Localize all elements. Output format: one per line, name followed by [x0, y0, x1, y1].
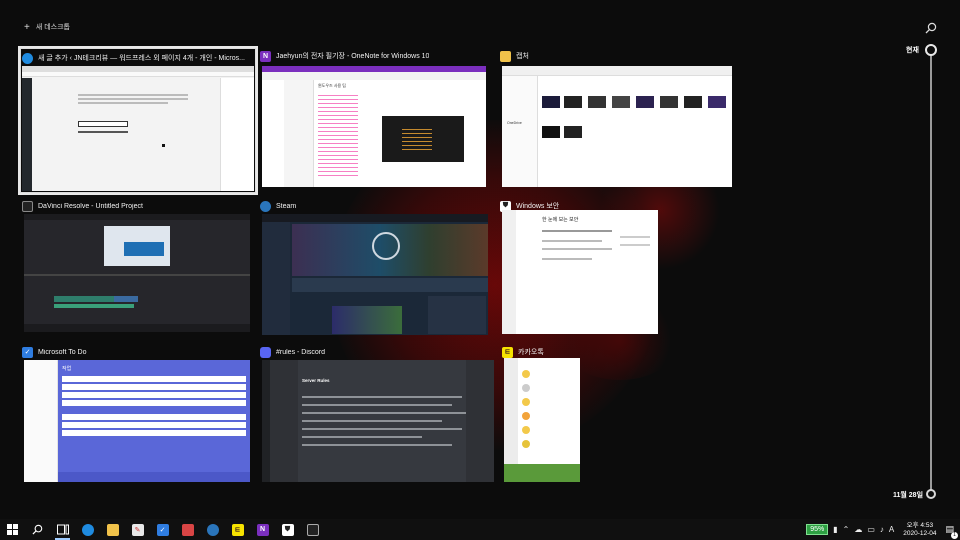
onenote-page-title: 윈도우즈 사용 팁 — [318, 83, 346, 88]
edge-thumbnail — [22, 66, 254, 191]
timeline-date-marker[interactable] — [926, 489, 936, 499]
todo-check-icon: ✓ — [22, 346, 33, 358]
kakaotalk-icon: ㅌ — [231, 523, 244, 536]
task-view-icon — [56, 524, 69, 535]
window-tile-kakaotalk[interactable]: ㅌ 카카오톡 — [502, 344, 580, 484]
onenote-icon: N — [260, 50, 271, 62]
taskbar-onenote[interactable]: N — [250, 519, 275, 540]
clock-time: 오후 4:53 — [906, 521, 934, 529]
window-title: DaVinci Resolve - Untitled Project — [38, 202, 143, 210]
window-title: Steam — [276, 202, 297, 210]
search-icon[interactable] — [925, 22, 937, 34]
explorer-thumbnail: OneDrive — [502, 66, 732, 187]
taskbar-edge[interactable] — [75, 519, 100, 540]
file-explorer-icon — [106, 523, 119, 536]
chevron-up-icon[interactable]: ⌃ — [843, 525, 850, 534]
davinci-icon — [306, 523, 319, 536]
timeline-current-marker[interactable] — [925, 44, 937, 56]
photos-icon — [181, 523, 194, 536]
steam-icon — [206, 523, 219, 536]
taskbar-security[interactable]: ⛊ — [275, 519, 300, 540]
onenote-thumbnail: 윈도우즈 사용 팁 — [262, 66, 486, 187]
todo-check-icon: ✓ — [156, 523, 169, 536]
window-title: #rules - Discord — [276, 348, 326, 356]
start-icon — [7, 524, 18, 535]
battery-icon[interactable]: ▮ — [833, 525, 837, 534]
edge-icon — [81, 523, 94, 536]
taskbar-steam[interactable] — [200, 519, 225, 540]
notification-count: 1 — [951, 532, 958, 539]
window-title: 캡처 — [516, 53, 529, 60]
search-icon — [32, 524, 43, 535]
taskbar: ✎ ✓ ㅌ N ⛊ 95% ▮ ⌃ ☁ ▭ ♪ A 오후 4:53 2020-1… — [0, 519, 960, 540]
new-desktop-label: 새 데스크톱 — [35, 24, 70, 31]
timeline-scrollbar[interactable] — [930, 50, 932, 496]
onenote-icon: N — [256, 523, 269, 536]
start-button[interactable] — [0, 519, 25, 540]
kakaotalk-thumbnail — [504, 358, 580, 482]
volume-icon[interactable]: ♪ — [880, 525, 884, 534]
system-tray: 95% ▮ ⌃ ☁ ▭ ♪ A 오후 4:53 2020-12-04 ▤ 1 — [806, 519, 960, 540]
taskbar-paint[interactable]: ✎ — [125, 519, 150, 540]
window-tile-security[interactable]: ⛊ Windows 보안 한 눈에 보는 보안 — [500, 198, 660, 336]
security-thumbnail: 한 눈에 보는 보안 — [502, 210, 658, 334]
ime-indicator[interactable]: A — [889, 525, 894, 534]
davinci-icon — [22, 200, 33, 212]
security-heading: 한 눈에 보는 보안 — [542, 217, 579, 223]
discord-thumbnail: Server Rules — [262, 360, 494, 482]
taskbar-davinci[interactable] — [300, 519, 325, 540]
shield-icon: ⛊ — [281, 523, 294, 536]
clock[interactable]: 오후 4:53 2020-12-04 — [903, 522, 936, 538]
notification-center-button[interactable]: ▤ 1 — [945, 524, 958, 539]
window-tile-davinci[interactable]: DaVinci Resolve - Untitled Project — [22, 198, 250, 334]
window-tile-explorer[interactable]: 캡처 OneDrive — [500, 48, 732, 188]
discord-icon — [260, 346, 271, 358]
window-tile-todo[interactable]: ✓ Microsoft To Do 작업 — [22, 344, 250, 484]
discord-channel-heading: Server Rules — [302, 378, 330, 383]
taskbar-photos[interactable] — [175, 519, 200, 540]
window-title: 카카오톡 — [518, 349, 544, 356]
taskbar-search-button[interactable] — [25, 519, 50, 540]
timeline-view: + 새 데스크톱 새 글 추가 ‹ JN테크리뷰 — 워드프레스 외 페이지 4… — [0, 0, 960, 540]
timeline-now-label: 현재 — [906, 47, 919, 54]
window-tile-discord[interactable]: #rules - Discord Server Rules — [260, 344, 494, 484]
cloud-icon[interactable]: ☁ — [854, 525, 862, 534]
window-tile-edge[interactable]: 새 글 추가 ‹ JN테크리뷰 — 워드프레스 외 페이지 4개 - 개인 - … — [18, 46, 258, 195]
steam-icon — [260, 200, 271, 212]
kakaotalk-icon: ㅌ — [502, 346, 513, 358]
todo-thumbnail: 작업 — [24, 360, 250, 482]
taskbar-file-explorer[interactable] — [100, 519, 125, 540]
window-tile-steam[interactable]: Steam — [260, 198, 488, 336]
steam-thumbnail — [262, 214, 488, 335]
taskbar-todo[interactable]: ✓ — [150, 519, 175, 540]
window-title: Jaehyun의 전자 필기장 - OneNote for Windows 10 — [276, 53, 430, 60]
davinci-thumbnail — [24, 214, 250, 332]
plus-icon: + — [24, 21, 30, 33]
new-desktop-button[interactable]: + 새 데스크톱 — [24, 22, 70, 32]
onedrive-label: OneDrive — [507, 121, 522, 125]
paint-icon: ✎ — [131, 523, 144, 536]
battery-indicator[interactable]: 95% — [806, 524, 829, 535]
todo-list-title: 작업 — [62, 366, 72, 372]
task-view-button[interactable] — [50, 519, 75, 540]
network-icon[interactable]: ▭ — [867, 525, 875, 534]
window-title: Microsoft To Do — [38, 348, 87, 356]
window-tile-onenote[interactable]: N Jaehyun의 전자 필기장 - OneNote for Windows … — [260, 48, 486, 188]
timeline-date-label: 11월 28일 — [893, 492, 924, 499]
clock-date: 2020-12-04 — [903, 529, 937, 537]
folder-icon — [500, 50, 511, 62]
taskbar-kakaotalk[interactable]: ㅌ — [225, 519, 250, 540]
